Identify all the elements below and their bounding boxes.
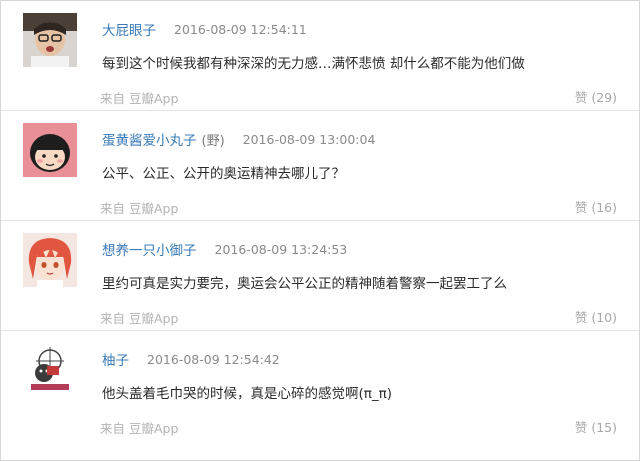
username-link[interactable]: 想养一只小御子: [102, 239, 197, 259]
like-label: 赞: [574, 310, 588, 325]
like-button[interactable]: 赞 (10): [575, 307, 617, 326]
comment-header: 想养一只小御子 2016-08-09 13:24:53: [102, 238, 347, 260]
like-button[interactable]: 赞 (29): [575, 87, 617, 106]
username-suffix: (野): [201, 133, 225, 149]
like-label: 赞: [574, 90, 588, 105]
comment-time: 2016-08-09 12:54:42: [147, 351, 280, 367]
avatar[interactable]: [23, 343, 77, 397]
comment-time: 2016-08-09 12:54:11: [174, 21, 307, 37]
avatar-anime-redhair-icon: [23, 233, 77, 287]
like-button[interactable]: 赞 (16): [575, 197, 617, 216]
avatar[interactable]: [23, 13, 77, 67]
comment-source: 来自 豆瓣App: [100, 91, 179, 106]
username-link[interactable]: 大屁眼子: [102, 19, 156, 39]
like-label: 赞: [574, 420, 588, 435]
comment-item: 大屁眼子 2016-08-09 12:54:11 每到这个时候我都有种深深的无力…: [1, 0, 639, 111]
avatar[interactable]: [23, 123, 77, 177]
comment-header: 柚子 2016-08-09 12:54:42: [102, 348, 280, 370]
comment-time: 2016-08-09 13:24:53: [214, 241, 348, 257]
comment-text: 公平、公正、公开的奥运精神去哪儿了？: [102, 166, 345, 182]
comment-source: 来自 豆瓣App: [100, 421, 179, 436]
like-label: 赞: [574, 200, 588, 215]
comment-header: 大屁眼子 2016-08-09 12:54:11: [102, 18, 307, 40]
comment-header: 蛋黄酱爱小丸子 (野) 2016-08-09 13:00:04: [102, 128, 375, 150]
like-count: (29): [591, 90, 617, 105]
avatar-cartoon-girl-icon: [23, 123, 77, 177]
like-count: (15): [591, 420, 617, 435]
like-count: (16): [591, 200, 617, 215]
comment-item: 柚子 2016-08-09 12:54:42 他头盖着毛巾哭的时候，真是心碎的感…: [1, 330, 639, 440]
comment-text: 他头盖着毛巾哭的时候，真是心碎的感觉啊(π_π): [102, 386, 393, 402]
like-button[interactable]: 赞 (15): [575, 417, 617, 436]
avatar-mascot-icon: [23, 343, 77, 397]
like-count: (10): [591, 310, 617, 325]
comment-source: 来自 豆瓣App: [100, 201, 179, 216]
comment-item: 想养一只小御子 2016-08-09 13:24:53 里约可真是实力要完，奥运…: [1, 220, 639, 331]
comment-time: 2016-08-09 13:00:04: [242, 131, 376, 147]
avatar[interactable]: [23, 233, 77, 287]
comment-text: 每到这个时候我都有种深深的无力感…满怀悲愤 却什么都不能为他们做: [102, 56, 525, 72]
avatar-photo-boy-icon: [23, 13, 77, 67]
username-link[interactable]: 蛋黄酱爱小丸子: [102, 129, 197, 149]
comment-item: 蛋黄酱爱小丸子 (野) 2016-08-09 13:00:04 公平、公正、公开…: [1, 110, 639, 221]
username-link[interactable]: 柚子: [102, 349, 129, 369]
comment-text: 里约可真是实力要完，奥运会公平公正的精神随着警察一起罢工了么: [102, 276, 507, 292]
comment-source: 来自 豆瓣App: [100, 311, 179, 326]
